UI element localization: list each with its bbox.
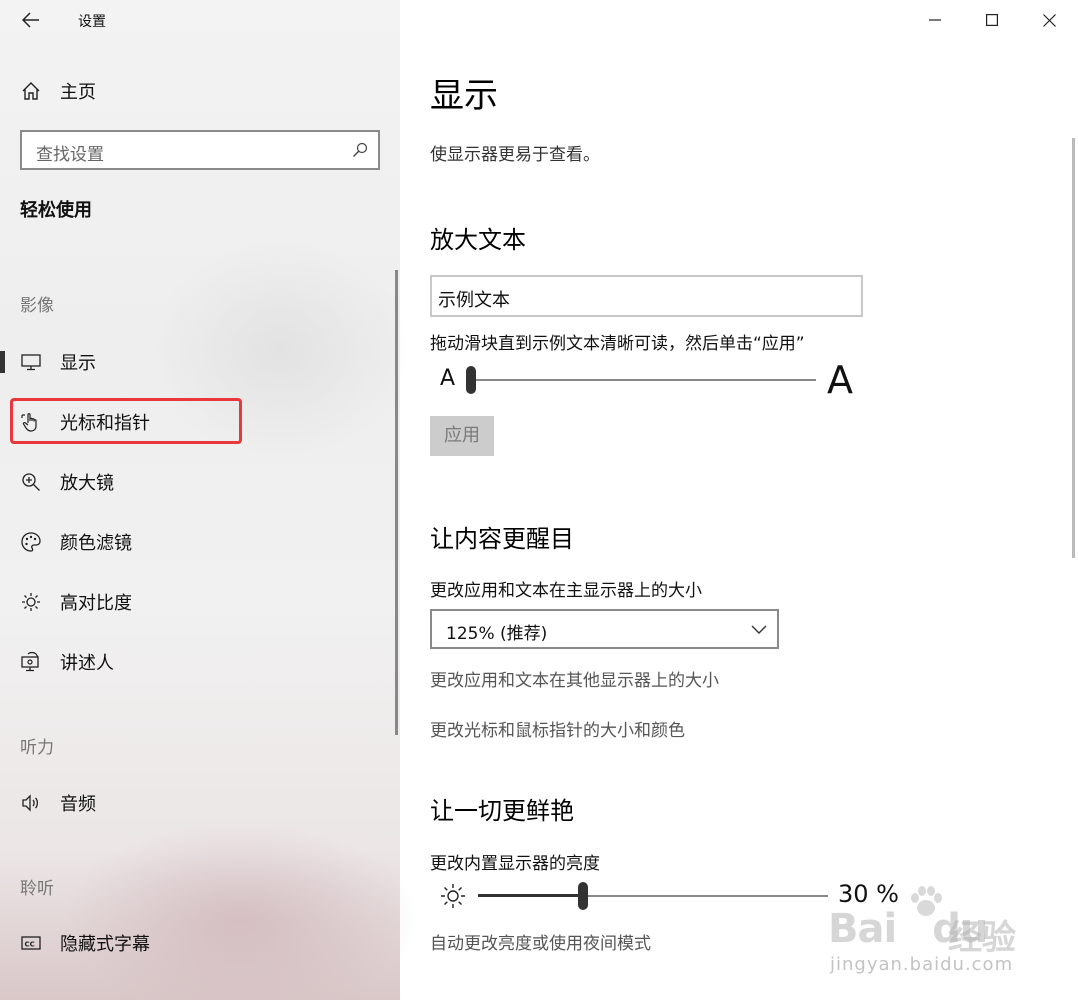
- arrow-left-icon: [21, 12, 39, 28]
- apply-button[interactable]: 应用: [430, 416, 494, 456]
- narrator-icon: [21, 651, 39, 672]
- svg-text:CC: CC: [25, 941, 35, 949]
- section-heading-brighter: 让一切更鲜艳: [430, 797, 574, 825]
- small-a-label: A: [440, 366, 456, 391]
- watermark-cn-text: 经验: [948, 918, 1016, 958]
- sidebar-scrollbar[interactable]: [395, 270, 398, 735]
- sidebar-item-closed-captions[interactable]: CC 隐藏式字幕: [0, 920, 390, 966]
- brightness-sun-icon: [441, 884, 465, 908]
- sidebar-item-magnifier[interactable]: 放大镜: [0, 459, 390, 505]
- group-label-listening: 聆听: [20, 879, 54, 899]
- sidebar-item-label: 讲述人: [60, 653, 114, 674]
- closed-caption-icon: CC: [21, 936, 41, 950]
- search-placeholder: 查找设置: [36, 145, 104, 165]
- other-displays-link[interactable]: 更改应用和文本在其他显示器上的大小: [430, 666, 719, 691]
- brightness-slider-track[interactable]: [583, 895, 828, 897]
- sidebar-item-label: 高对比度: [60, 593, 132, 614]
- page-title: 显示: [430, 76, 498, 116]
- enlarge-text-hint: 拖动滑块直到示例文本清晰可读，然后单击“应用”: [430, 334, 805, 354]
- speaker-icon: [22, 794, 39, 812]
- sidebar-item-label: 显示: [60, 353, 96, 374]
- sidebar-item-label: 放大镜: [60, 473, 114, 494]
- main-content: 显示 使显示器更易于查看。 放大文本 示例文本 拖动滑块直到示例文本清晰可读，然…: [400, 0, 1078, 1000]
- brightness-slider-fill[interactable]: [478, 894, 583, 897]
- text-size-slider-track[interactable]: [470, 379, 816, 381]
- sidebar: 设置 主页 查找设置 轻松使用 影像 显示 光标和指针 放大镜 颜色滤镜 高对比…: [0, 0, 420, 1000]
- sample-text-box: 示例文本: [430, 275, 863, 317]
- highlight-annotation-box: [10, 398, 242, 444]
- section-heading-enlarge-text: 放大文本: [430, 226, 526, 254]
- brightness-slider-thumb[interactable]: [578, 882, 588, 910]
- scale-dropdown[interactable]: 125% (推荐): [430, 609, 779, 649]
- selected-indicator: [0, 351, 5, 373]
- sidebar-item-label: 主页: [60, 82, 96, 103]
- scale-dropdown-value: 125% (推荐): [446, 624, 548, 644]
- sidebar-item-label: 颜色滤镜: [60, 533, 132, 554]
- background-haze: [60, 820, 420, 1000]
- cursor-size-link[interactable]: 更改光标和鼠标指针的大小和颜色: [430, 716, 685, 741]
- sidebar-item-display[interactable]: 显示: [0, 339, 390, 385]
- scale-label: 更改应用和文本在主显示器上的大小: [430, 581, 702, 601]
- sidebar-item-narrator[interactable]: 讲述人: [0, 639, 390, 685]
- color-palette-icon: [21, 532, 41, 552]
- app-title: 设置: [78, 14, 106, 30]
- text-size-slider-thumb[interactable]: [466, 366, 476, 394]
- group-label-hearing: 听力: [20, 738, 54, 758]
- sidebar-item-label: 隐藏式字幕: [60, 934, 150, 955]
- sidebar-item-high-contrast[interactable]: 高对比度: [0, 579, 390, 625]
- magnifier-zoom-icon: [22, 473, 40, 491]
- home-icon: [22, 82, 40, 100]
- sidebar-item-audio[interactable]: 音频: [0, 780, 390, 826]
- main-scrollbar[interactable]: [1072, 138, 1075, 558]
- section-title: 轻松使用: [20, 200, 92, 221]
- brightness-label: 更改内置显示器的亮度: [430, 854, 600, 874]
- search-icon: [353, 142, 368, 157]
- sidebar-item-color-filters[interactable]: 颜色滤镜: [0, 519, 390, 565]
- search-input[interactable]: 查找设置: [20, 130, 380, 170]
- page-description: 使显示器更易于查看。: [430, 145, 600, 165]
- sidebar-item-home[interactable]: 主页: [20, 78, 96, 104]
- monitor-icon: [21, 354, 41, 371]
- baidu-jingyan-watermark: Bai du 经验 jingyan.baidu.com: [828, 876, 1028, 986]
- chevron-down-icon: [751, 625, 767, 634]
- auto-brightness-link[interactable]: 自动更改亮度或使用夜间模式: [430, 929, 651, 954]
- group-label-vision: 影像: [20, 296, 54, 316]
- back-button[interactable]: [18, 8, 44, 32]
- contrast-sun-icon: [22, 593, 40, 611]
- section-heading-make-prominent: 让内容更醒目: [430, 525, 574, 553]
- sample-text: 示例文本: [438, 290, 510, 311]
- watermark-url: jingyan.baidu.com: [830, 954, 1014, 975]
- big-a-label: A: [827, 358, 853, 402]
- sidebar-item-label: 音频: [60, 794, 96, 815]
